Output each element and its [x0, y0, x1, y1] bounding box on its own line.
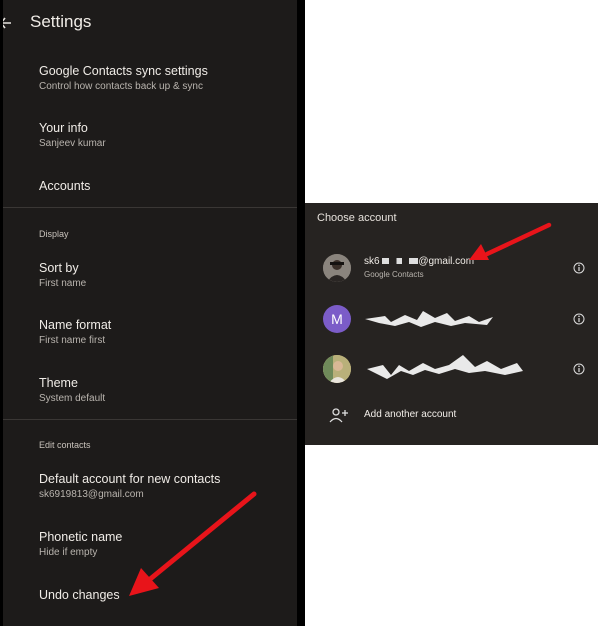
avatar — [323, 355, 351, 383]
theme-item[interactable]: Theme System default — [39, 375, 105, 406]
info-icon[interactable] — [573, 313, 585, 325]
divider — [3, 419, 297, 420]
back-arrow-icon[interactable] — [3, 12, 15, 34]
redacted-email — [367, 355, 523, 379]
redaction — [382, 258, 419, 265]
item-title: Your info — [39, 121, 88, 135]
panel-title: Choose account — [317, 212, 397, 224]
item-subtitle: sk6919813@gmail.com — [39, 489, 144, 500]
item-subtitle: Hide if empty — [39, 547, 98, 558]
item-title: Accounts — [39, 179, 91, 193]
item-subtitle: Sanjeev kumar — [39, 138, 106, 149]
settings-screen: Settings Google Contacts sync settings C… — [3, 0, 297, 626]
item-title: Undo changes — [39, 588, 120, 602]
info-icon[interactable] — [573, 262, 585, 274]
annotation-arrow — [129, 491, 257, 596]
item-subtitle: First name first — [39, 335, 106, 346]
item-subtitle: First name — [39, 278, 87, 289]
avatar — [323, 254, 351, 282]
item-title: Default account for new contacts — [39, 472, 221, 486]
item-title: Google Contacts sync settings — [39, 64, 208, 78]
account-email: sk6 @gmail.com — [364, 256, 474, 267]
divider — [3, 207, 297, 208]
item-subtitle: System default — [39, 393, 106, 404]
add-person-icon[interactable] — [329, 407, 349, 423]
item-subtitle: Control how contacts back up & sync — [39, 81, 203, 92]
avatar: M — [323, 305, 351, 333]
profile-photo-icon — [323, 355, 351, 383]
redacted-email — [365, 311, 493, 327]
undo-changes-item[interactable]: Undo changes — [39, 587, 120, 603]
account-subtitle: Google Contacts — [364, 270, 424, 279]
item-title: Sort by — [39, 261, 79, 275]
email-end: @gmail.com — [418, 256, 475, 267]
profile-photo-icon — [323, 254, 351, 282]
email-start: sk6 — [364, 256, 380, 267]
item-title: Name format — [39, 318, 112, 332]
item-title: Phonetic name — [39, 530, 123, 544]
choose-account-screen: Choose account sk6 @gmail.com Google Con… — [305, 0, 600, 626]
info-icon[interactable] — [573, 363, 585, 375]
account-row[interactable]: M — [305, 297, 598, 341]
add-another-account-button[interactable]: Add another account — [364, 409, 456, 420]
accounts-item[interactable]: Accounts — [39, 178, 90, 194]
display-section-header: Display — [39, 229, 69, 239]
your-info-item[interactable]: Your info Sanjeev kumar — [39, 120, 106, 151]
account-row[interactable] — [305, 347, 598, 391]
account-row[interactable]: sk6 @gmail.com Google Contacts — [305, 247, 598, 291]
default-account-item[interactable]: Default account for new contacts sk69198… — [39, 471, 220, 502]
phonetic-name-item[interactable]: Phonetic name Hide if empty — [39, 529, 122, 560]
page-title: Settings — [30, 12, 92, 31]
sync-settings-item[interactable]: Google Contacts sync settings Control ho… — [39, 63, 208, 94]
name-format-item[interactable]: Name format First name first — [39, 317, 111, 348]
item-title: Theme — [39, 376, 78, 390]
sort-by-item[interactable]: Sort by First name — [39, 260, 86, 291]
choose-account-panel: Choose account sk6 @gmail.com Google Con… — [305, 203, 598, 445]
edit-contacts-section-header: Edit contacts — [39, 440, 91, 450]
